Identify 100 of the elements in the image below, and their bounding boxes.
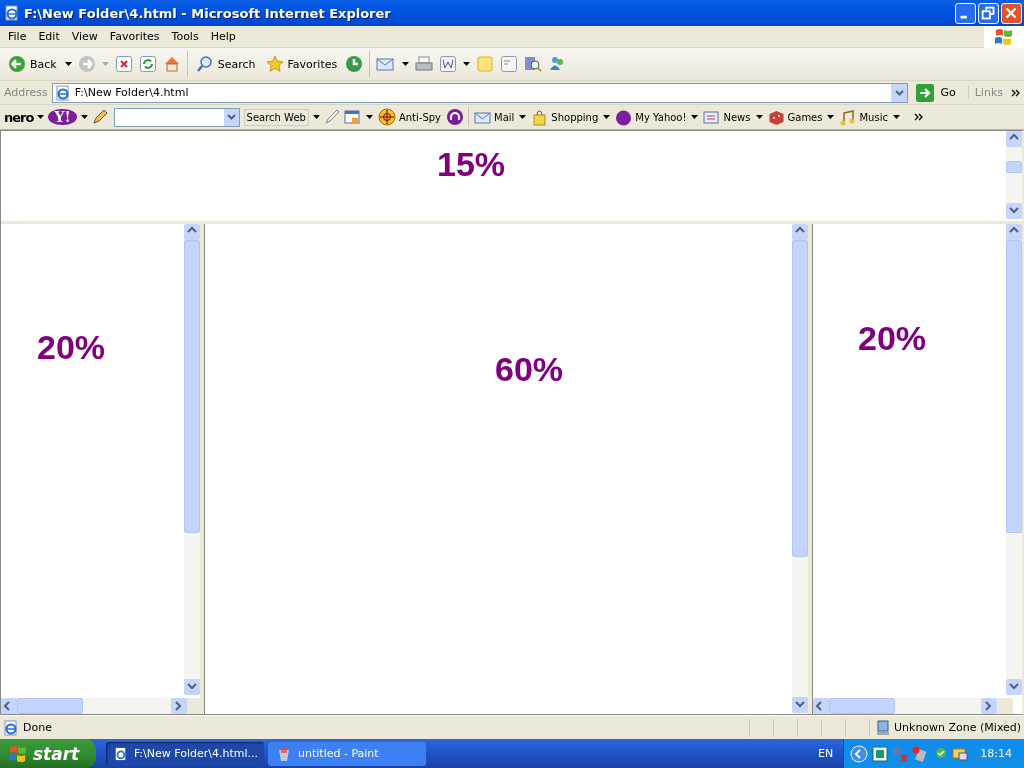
menu-item[interactable]: Edit: [32, 28, 66, 45]
dropdown-arrow-icon[interactable]: [892, 115, 900, 119]
dropdown-arrow-icon[interactable]: [402, 62, 410, 66]
menu-item[interactable]: Favorites: [103, 28, 166, 45]
back-button[interactable]: Back: [6, 53, 59, 75]
page-icon: [114, 745, 128, 762]
document-icon[interactable]: [500, 55, 519, 73]
dropdown-arrow-icon[interactable]: [37, 115, 45, 119]
vertical-scrollbar[interactable]: [1006, 224, 1022, 695]
dropdown-arrow-icon[interactable]: [64, 62, 72, 66]
paint-cup-icon: [276, 745, 292, 762]
search-web-button[interactable]: Search Web: [243, 108, 309, 126]
tray-icon[interactable]: [912, 745, 929, 762]
language-indicator[interactable]: EN: [818, 747, 834, 760]
taskbar-button[interactable]: F:\New Folder\4.html...: [106, 741, 264, 766]
anti-spy-button[interactable]: Anti-Spy: [376, 108, 442, 126]
folder-icon[interactable]: [952, 745, 969, 762]
address-field[interactable]: F:\New Folder\4.html: [51, 82, 909, 103]
window-title: F:\New Folder\4.html - Microsoft Internet Explorer: [24, 5, 392, 21]
toolbar-link[interactable]: My Yahoo!: [614, 108, 688, 126]
chevron-icon[interactable]: [913, 113, 923, 121]
stop-icon[interactable]: [114, 55, 133, 73]
windows-logo-icon: [8, 744, 28, 763]
scroll-up-button[interactable]: [1006, 131, 1022, 147]
taskbar-button[interactable]: untitled - Paint: [268, 741, 426, 766]
toolbar-link[interactable]: News: [702, 108, 752, 126]
toolbar-link[interactable]: Music: [838, 108, 889, 126]
horizontal-scrollbar[interactable]: [1, 698, 187, 714]
scrollbar-thumb[interactable]: [1006, 161, 1022, 173]
scroll-right-button[interactable]: [981, 698, 997, 714]
scrollbar-thumb[interactable]: [17, 698, 83, 714]
scroll-down-button[interactable]: [1006, 203, 1022, 219]
vertical-scrollbar[interactable]: [792, 224, 808, 713]
nero-logo[interactable]: nero: [4, 109, 34, 125]
back-arrow-icon: [8, 55, 26, 73]
dropdown-arrow-icon[interactable]: [312, 115, 320, 119]
music-note-icon: [839, 108, 857, 126]
search-button[interactable]: Search: [193, 53, 258, 75]
profile-badge-icon: [615, 108, 633, 126]
scroll-down-button[interactable]: [792, 697, 808, 713]
page-icon: [54, 84, 71, 101]
chevron-icon[interactable]: [1011, 88, 1020, 97]
dice-icon: [767, 108, 785, 126]
frame-text: 20%: [858, 319, 927, 358]
star-icon: [265, 55, 284, 73]
minimize-button[interactable]: [955, 2, 976, 24]
headphones-icon[interactable]: [446, 108, 464, 126]
refresh-icon[interactable]: [138, 55, 157, 73]
favorites-button[interactable]: Favorites: [263, 53, 340, 75]
scroll-up-button[interactable]: [1006, 224, 1022, 240]
dropdown-arrow-icon[interactable]: [519, 115, 527, 119]
dropdown-arrow-icon[interactable]: [755, 115, 763, 119]
dropdown-arrow-icon[interactable]: [463, 62, 471, 66]
window-icon[interactable]: [343, 109, 362, 125]
go-button[interactable]: Go: [912, 83, 964, 102]
dropdown-arrow-icon[interactable]: [80, 115, 88, 119]
vertical-scrollbar[interactable]: [184, 224, 200, 695]
horizontal-scrollbar[interactable]: [813, 698, 997, 714]
yahoo-logo[interactable]: Y!: [48, 109, 77, 125]
scroll-up-button[interactable]: [184, 224, 200, 240]
scrollbar-thumb[interactable]: [1006, 240, 1022, 533]
dropdown-arrow-icon[interactable]: [691, 115, 699, 119]
restore-button[interactable]: [978, 2, 999, 24]
computer-icon: [876, 719, 890, 736]
toolbar-link[interactable]: Shopping: [530, 108, 600, 126]
toolbar-link[interactable]: Mail: [473, 108, 516, 126]
scrollbar-thumb[interactable]: [829, 698, 895, 714]
research-icon[interactable]: [524, 55, 543, 73]
frame-text: 60%: [495, 350, 564, 389]
menu-item[interactable]: Help: [204, 28, 242, 45]
scroll-left-button[interactable]: [813, 698, 829, 714]
scroll-left-button[interactable]: [1, 698, 17, 714]
frame-text: 15%: [437, 145, 506, 184]
menu-item[interactable]: Tools: [165, 28, 205, 45]
scroll-down-button[interactable]: [1006, 679, 1022, 695]
shopping-bag-icon: [531, 108, 549, 126]
history-icon[interactable]: [345, 55, 364, 73]
dropdown-arrow-icon[interactable]: [603, 115, 611, 119]
printer-icon[interactable]: [415, 55, 434, 73]
menu-item[interactable]: View: [65, 28, 104, 45]
dropdown-arrow-icon[interactable]: [365, 115, 373, 119]
word-document-icon[interactable]: [439, 55, 458, 73]
tray-icon[interactable]: [872, 745, 889, 762]
toolbar-link[interactable]: Games: [766, 108, 824, 126]
scrollbar-thumb[interactable]: [792, 240, 808, 557]
dropdown-arrow-icon[interactable]: [827, 115, 835, 119]
scroll-up-button[interactable]: [792, 224, 808, 240]
mail-icon[interactable]: [376, 55, 397, 73]
pencil-icon[interactable]: [91, 109, 110, 125]
zone-text: Unknown Zone (Mixed): [894, 721, 1022, 734]
start-button[interactable]: start: [0, 739, 96, 768]
scrollbar-thumb[interactable]: [184, 240, 200, 533]
menu-item[interactable]: File: [2, 28, 33, 45]
chevron-left-icon[interactable]: [850, 744, 869, 763]
scroll-right-button[interactable]: [171, 698, 187, 714]
scroll-down-button[interactable]: [184, 679, 200, 695]
window-icon: [4, 5, 20, 21]
search-field[interactable]: [113, 107, 240, 127]
close-button[interactable]: [1001, 2, 1022, 24]
vertical-scrollbar[interactable]: [1006, 131, 1022, 219]
